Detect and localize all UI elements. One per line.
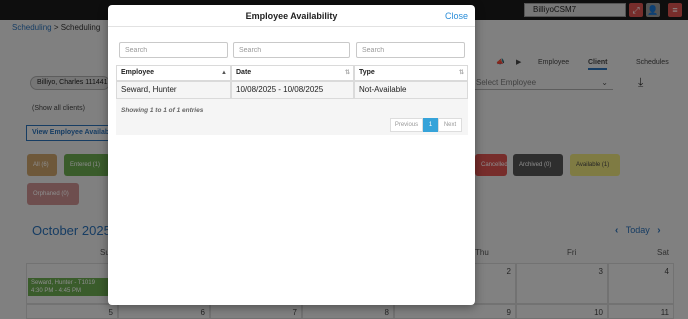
search-type-input[interactable] xyxy=(356,42,465,58)
previous-page-button[interactable]: Previous xyxy=(390,118,423,132)
search-employee-input[interactable] xyxy=(119,42,228,58)
sort-icon: ⇅ xyxy=(458,70,464,76)
table-footer: Showing 1 to 1 of 1 entries Previous 1 N… xyxy=(116,99,468,135)
column-header-label: Type xyxy=(359,69,375,76)
cell-date: 10/08/2025 - 10/08/2025 xyxy=(231,81,354,99)
column-header-employee[interactable]: Employee ▲ xyxy=(116,65,231,81)
close-button[interactable]: Close xyxy=(445,11,468,21)
table-info: Showing 1 to 1 of 1 entries xyxy=(121,107,204,114)
cell-type: Not-Available xyxy=(354,81,468,99)
column-header-label: Date xyxy=(236,69,252,76)
cell-employee: Seward, Hunter xyxy=(116,81,231,99)
column-header-type[interactable]: Type ⇅ xyxy=(354,65,468,81)
next-page-button[interactable]: Next xyxy=(438,118,462,132)
page-1-button[interactable]: 1 xyxy=(423,118,438,132)
column-header-date[interactable]: Date ⇅ xyxy=(231,65,354,81)
sort-icon: ⇅ xyxy=(344,70,350,76)
column-header-label: Employee xyxy=(121,69,155,76)
modal-title: Employee Availability xyxy=(245,11,338,21)
modal-header: Employee Availability Close xyxy=(108,5,475,27)
search-date-input[interactable] xyxy=(233,42,350,58)
sort-asc-icon: ▲ xyxy=(221,70,227,76)
employee-availability-modal: Employee Availability Close Employee ▲ D… xyxy=(108,5,475,305)
